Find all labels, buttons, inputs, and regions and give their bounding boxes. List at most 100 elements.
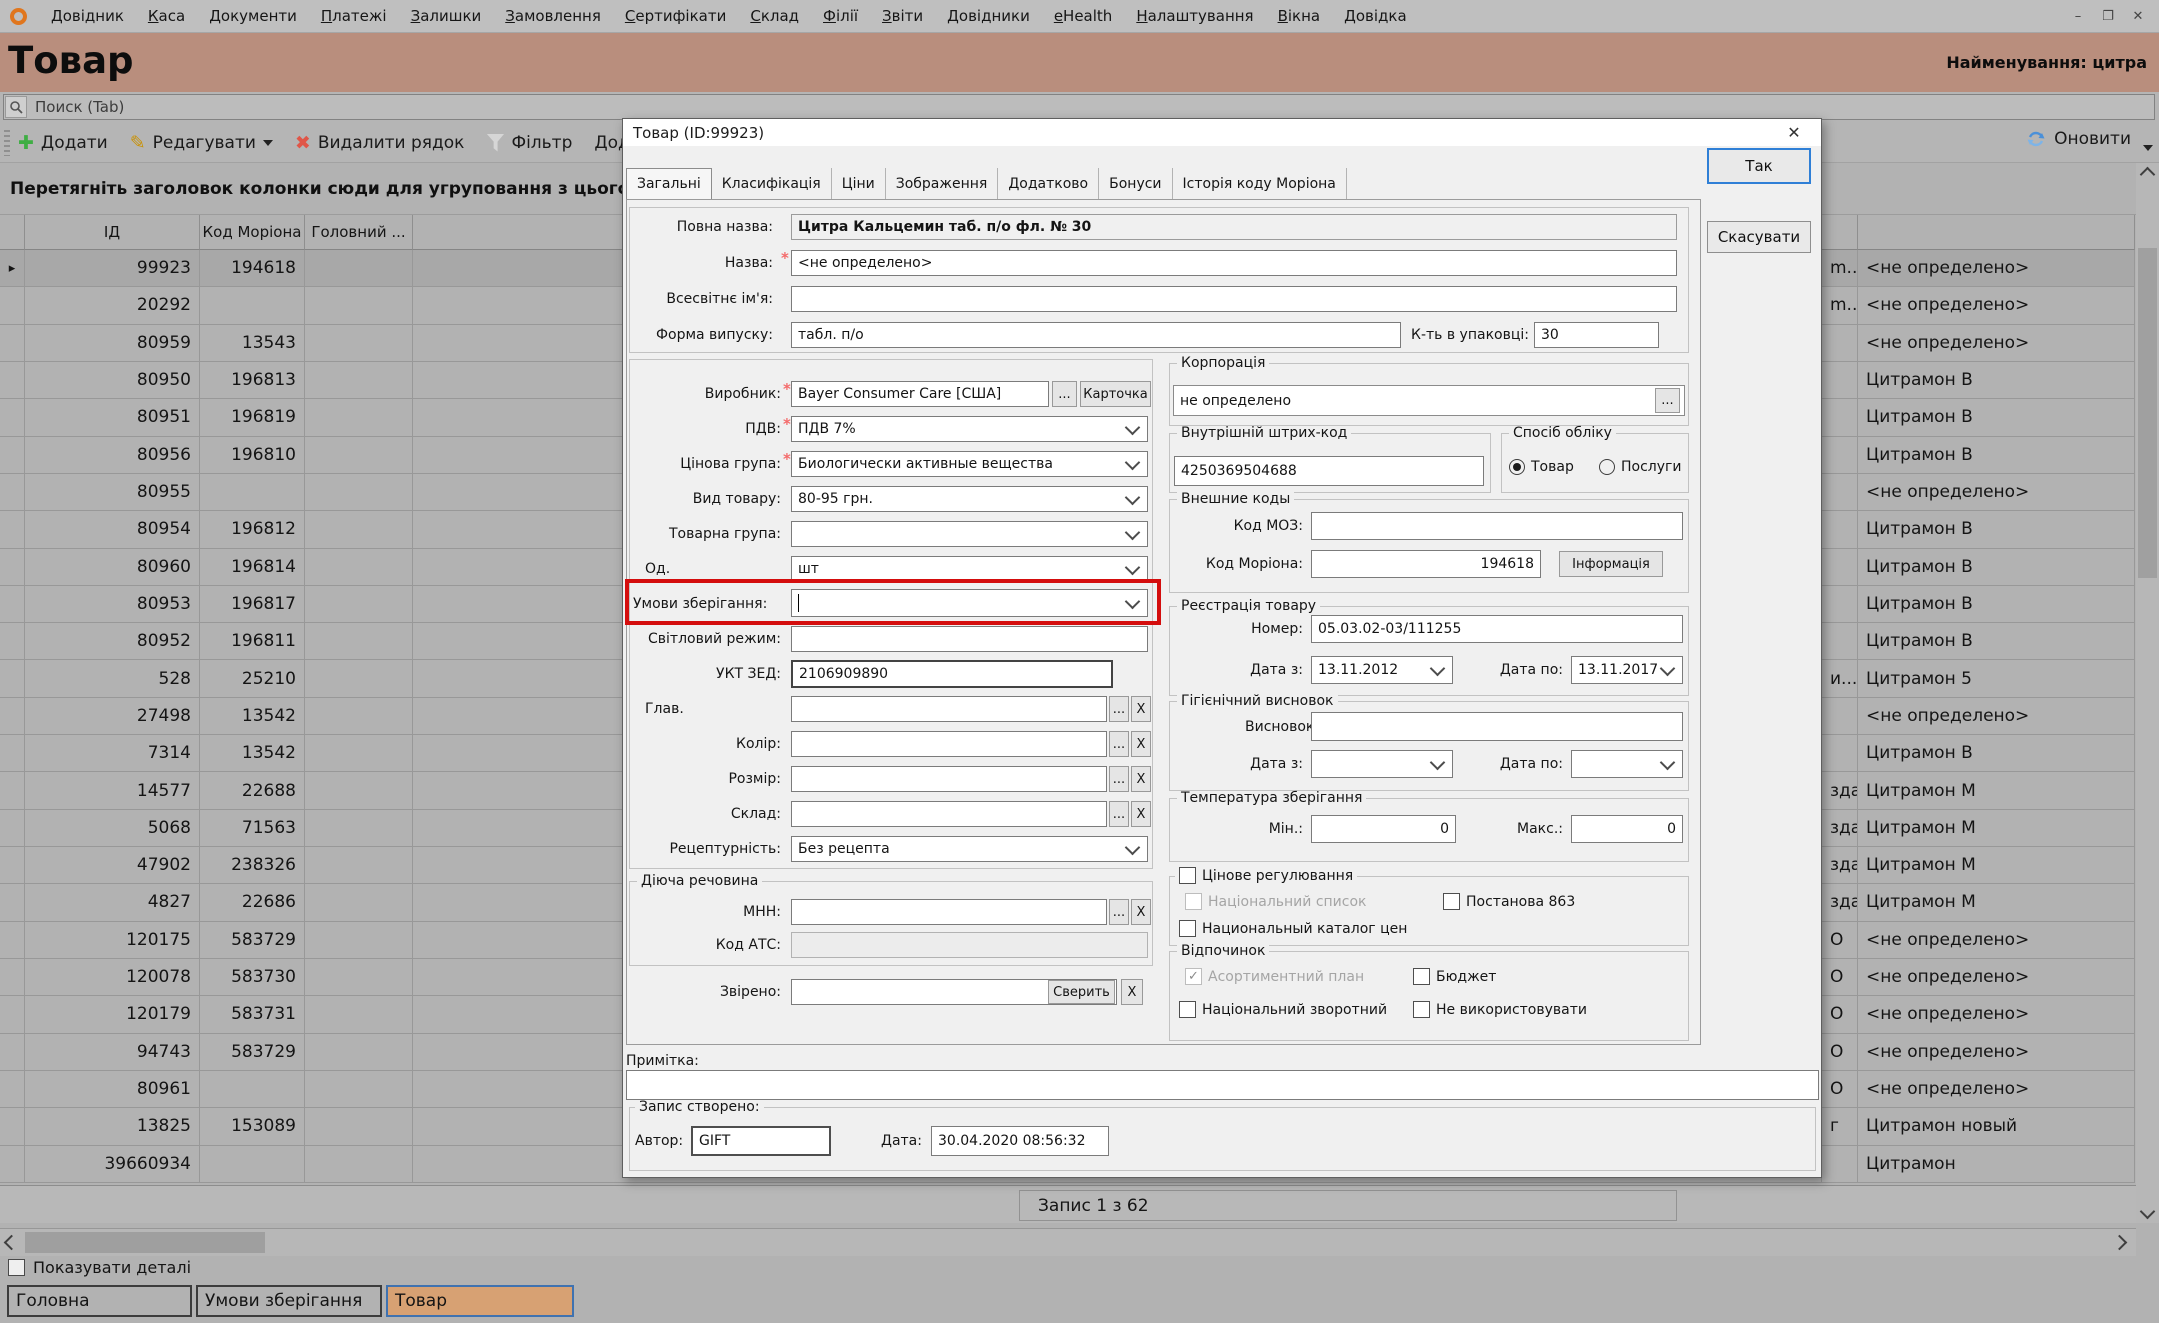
tab-klasyfikacia[interactable]: Класифікація — [712, 168, 832, 199]
table-cell[interactable]: 80954 — [25, 511, 200, 548]
temp-min-field[interactable]: 0 — [1311, 815, 1456, 843]
scroll-up-icon[interactable] — [2136, 163, 2159, 186]
table-cell[interactable] — [305, 996, 413, 1033]
menu-item-Сертифікати[interactable]: Сертифікати — [613, 7, 738, 25]
table-cell[interactable] — [305, 959, 413, 996]
table-cell[interactable]: 528 — [25, 660, 200, 697]
cancel-button[interactable]: Скасувати — [1707, 221, 1811, 253]
light-mode-field[interactable] — [791, 626, 1148, 652]
corporation-browse-button[interactable]: ... — [1655, 388, 1680, 413]
table-cell[interactable]: Цитрамон М — [1858, 847, 2135, 884]
table-cell[interactable] — [200, 1146, 305, 1183]
budget-checkbox[interactable]: Бюджет — [1413, 968, 1496, 985]
table-cell[interactable] — [0, 772, 25, 809]
ok-button[interactable]: Так — [1707, 148, 1811, 184]
table-cell[interactable]: зда — [1822, 884, 1858, 921]
table-cell[interactable] — [305, 884, 413, 921]
table-cell[interactable] — [0, 810, 25, 847]
storage-select[interactable] — [791, 589, 1148, 617]
table-cell[interactable]: 80960 — [25, 549, 200, 586]
table-cell[interactable]: 25210 — [200, 660, 305, 697]
table-cell[interactable] — [305, 1108, 413, 1145]
radio-tovar[interactable]: Товар — [1509, 459, 1574, 475]
table-cell[interactable]: 13825 — [25, 1108, 200, 1145]
mnn-browse-button[interactable]: ... — [1109, 899, 1129, 925]
table-cell[interactable]: <не определено> — [1858, 250, 2135, 287]
table-cell[interactable]: 153089 — [200, 1108, 305, 1145]
table-cell[interactable] — [305, 735, 413, 772]
table-cell[interactable]: Цитрамон В — [1858, 511, 2135, 548]
table-cell[interactable]: г — [1822, 1108, 1858, 1145]
checked-clear-button[interactable]: X — [1121, 979, 1143, 1005]
edit-button[interactable]: ✎ Редагувати — [130, 132, 273, 154]
sklad-field[interactable] — [791, 801, 1107, 827]
table-cell[interactable]: <не определено> — [1858, 287, 2135, 324]
table-cell[interactable] — [1822, 735, 1858, 772]
menu-item-Каса[interactable]: Каса — [136, 7, 197, 25]
name-field[interactable]: <не определено> — [791, 250, 1677, 276]
table-cell[interactable]: 196814 — [200, 549, 305, 586]
tab-zobrazhennya[interactable]: Зображення — [886, 168, 999, 199]
table-cell[interactable]: 14577 — [25, 772, 200, 809]
table-cell[interactable] — [0, 660, 25, 697]
table-cell[interactable]: О — [1822, 922, 1858, 959]
table-cell[interactable]: <не определено> — [1858, 959, 2135, 996]
table-cell[interactable] — [200, 1071, 305, 1108]
table-cell[interactable] — [0, 325, 25, 362]
table-cell[interactable] — [0, 399, 25, 436]
product-kind-select[interactable]: 80-95 грн. — [791, 486, 1148, 512]
table-cell[interactable] — [0, 847, 25, 884]
table-cell[interactable]: О — [1822, 1071, 1858, 1108]
table-cell[interactable] — [1822, 474, 1858, 511]
table-cell[interactable]: 80950 — [25, 362, 200, 399]
producer-field[interactable]: Bayer Consumer Care [США] — [791, 381, 1049, 407]
mnn-clear-button[interactable]: X — [1131, 899, 1151, 925]
vertical-scroll-thumb[interactable] — [2138, 248, 2157, 578]
author-field[interactable]: GIFT — [691, 1126, 831, 1156]
radio-poslugy[interactable]: Послуги — [1599, 459, 1681, 475]
scroll-left-icon[interactable] — [0, 1231, 23, 1254]
table-cell[interactable]: 120179 — [25, 996, 200, 1033]
column-header-ІД[interactable]: ІД — [25, 215, 200, 250]
table-cell[interactable]: Цитрамон М — [1858, 810, 2135, 847]
table-cell[interactable]: Цитрамон В — [1858, 735, 2135, 772]
producer-card-button[interactable]: Карточка — [1080, 381, 1151, 407]
table-cell[interactable] — [1822, 1146, 1858, 1183]
table-cell[interactable]: 71563 — [200, 810, 305, 847]
table-cell[interactable] — [0, 362, 25, 399]
table-cell[interactable] — [1822, 362, 1858, 399]
color-browse-button[interactable]: ... — [1109, 731, 1129, 757]
table-cell[interactable] — [0, 735, 25, 772]
national-return-checkbox[interactable]: Національний зворотний — [1179, 1001, 1407, 1018]
table-cell[interactable] — [0, 586, 25, 623]
table-cell[interactable] — [305, 549, 413, 586]
table-cell[interactable] — [1822, 437, 1858, 474]
menu-item-Вікна[interactable]: Вікна — [1266, 7, 1333, 25]
table-cell[interactable]: 196813 — [200, 362, 305, 399]
menu-item-Склад[interactable]: Склад — [738, 7, 811, 25]
table-cell[interactable]: <не определено> — [1858, 698, 2135, 735]
table-cell[interactable]: 238326 — [200, 847, 305, 884]
menu-item-Замовлення[interactable]: Замовлення — [493, 7, 613, 25]
table-cell[interactable] — [305, 660, 413, 697]
table-cell[interactable]: 583731 — [200, 996, 305, 1033]
table-cell[interactable] — [305, 474, 413, 511]
table-cell[interactable]: <не определено> — [1858, 325, 2135, 362]
table-cell[interactable]: 80953 — [25, 586, 200, 623]
table-cell[interactable]: О — [1822, 996, 1858, 1033]
table-cell[interactable] — [1822, 325, 1858, 362]
glav-clear-button[interactable]: X — [1131, 696, 1151, 722]
menu-item-Філії[interactable]: Філії — [811, 7, 870, 25]
table-cell[interactable]: <не определено> — [1858, 1071, 2135, 1108]
menu-item-Залишки[interactable]: Залишки — [399, 7, 494, 25]
table-cell[interactable] — [0, 922, 25, 959]
table-cell[interactable]: 80952 — [25, 623, 200, 660]
table-cell[interactable] — [0, 698, 25, 735]
table-cell[interactable]: 39660934 — [25, 1146, 200, 1183]
scroll-down-icon[interactable] — [2136, 1200, 2159, 1223]
table-cell[interactable] — [305, 810, 413, 847]
table-cell[interactable] — [1822, 698, 1858, 735]
table-cell[interactable]: 80956 — [25, 437, 200, 474]
table-cell[interactable]: 196817 — [200, 586, 305, 623]
bottom-tab-golovna[interactable]: Головна — [7, 1285, 192, 1317]
